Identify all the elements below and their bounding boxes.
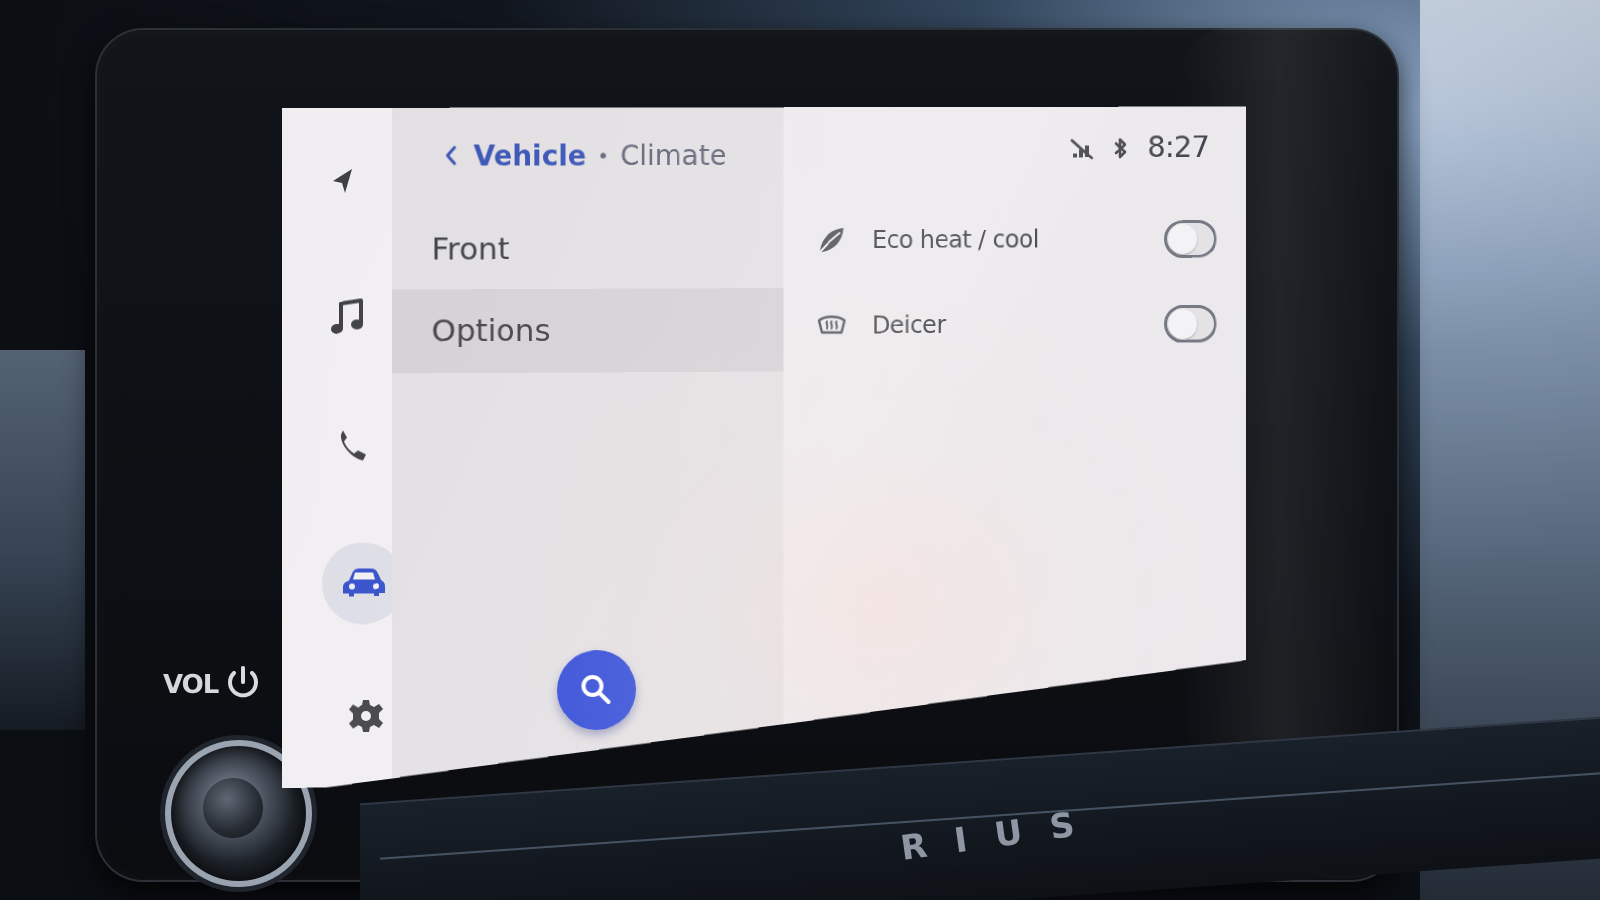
menu-item-options[interactable]: Options [392, 288, 784, 373]
menu-item-label: Front [432, 231, 510, 267]
clock-time: 8:27 [1147, 130, 1209, 165]
phone-icon[interactable] [328, 425, 374, 471]
eco-heat-cool-toggle[interactable] [1164, 220, 1217, 258]
navigation-arrow-icon[interactable] [320, 160, 364, 204]
eco-heat-cool-label: Eco heat / cool [872, 225, 1164, 254]
volume-label: VOL [163, 670, 218, 700]
bluetooth-icon [1108, 135, 1133, 161]
search-button[interactable] [557, 650, 636, 730]
deicer-label: Deicer [872, 310, 1164, 339]
toggle-knob [1168, 224, 1197, 254]
breadcrumb-vehicle-link[interactable]: Vehicle [473, 139, 586, 172]
car-icon[interactable] [337, 557, 391, 607]
breadcrumb: Vehicle • Climate [440, 137, 727, 173]
search-icon [577, 670, 617, 710]
menu-item-front[interactable]: Front [392, 207, 784, 292]
climate-menu-pane: Vehicle • Climate Front Options [392, 107, 784, 787]
menu-item-label: Options [432, 313, 551, 349]
back-icon[interactable] [440, 144, 464, 168]
status-bar: 8:27 [1069, 130, 1209, 165]
breadcrumb-current-page: Climate [620, 139, 727, 172]
no-signal-icon [1069, 135, 1094, 161]
leaf-icon [815, 223, 848, 257]
toggle-knob [1168, 309, 1197, 339]
eco-heat-cool-setting[interactable]: Eco heat / cool [815, 211, 1217, 268]
deicer-setting[interactable]: Deicer [815, 296, 1217, 353]
breadcrumb-separator: • [597, 145, 609, 165]
windshield-heater-icon [815, 309, 848, 343]
volume-knob-center [203, 778, 263, 838]
gear-icon[interactable] [344, 694, 388, 738]
side-window-reflection [0, 350, 85, 730]
power-icon[interactable] [222, 663, 264, 705]
music-note-icon[interactable] [324, 294, 372, 342]
navigation-rail [282, 108, 400, 788]
deicer-toggle[interactable] [1164, 305, 1217, 343]
car-dashboard: RIUS VOL Vehicle • Climate Front Options… [0, 0, 1600, 900]
